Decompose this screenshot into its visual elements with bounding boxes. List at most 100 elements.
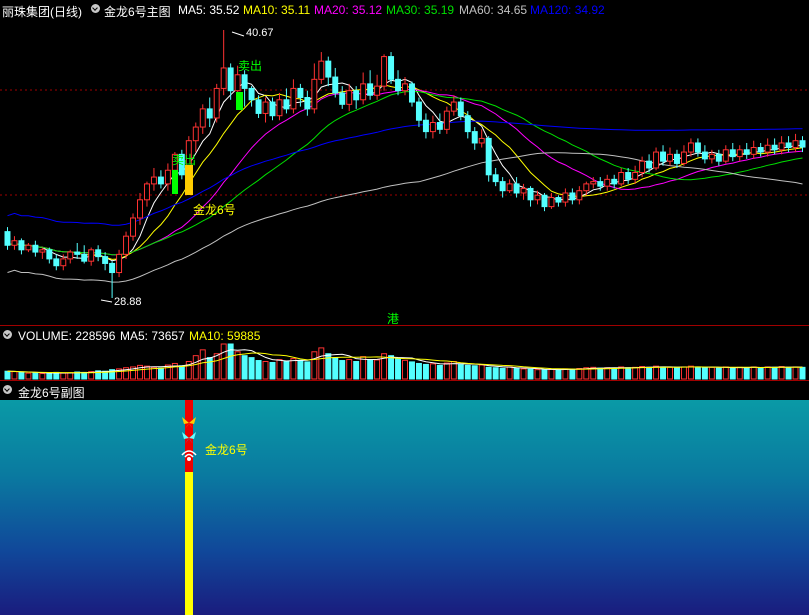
volume-bar[interactable] [332,357,339,380]
volume-bar[interactable] [520,368,527,380]
candle[interactable] [353,90,360,101]
candle[interactable] [527,187,534,201]
candle[interactable] [534,194,541,201]
candle[interactable] [192,126,199,142]
volume-bar[interactable] [625,367,632,380]
candle[interactable] [276,99,283,117]
volume-bar[interactable] [764,366,771,380]
volume-bar[interactable] [11,371,18,380]
candle[interactable] [297,87,304,99]
candle[interactable] [722,149,729,162]
candle[interactable] [381,56,388,87]
candle[interactable] [402,83,408,92]
candle[interactable] [137,199,143,219]
candle[interactable] [478,137,485,144]
candle[interactable] [736,149,743,158]
candle[interactable] [206,108,213,119]
volume-bar[interactable] [4,370,11,380]
candle[interactable] [694,142,701,153]
volume-bar[interactable] [81,371,88,380]
volume-bar[interactable] [46,372,53,380]
volume-bar[interactable] [255,360,262,380]
volume-bar[interactable] [611,367,618,380]
volume-bar[interactable] [262,361,269,380]
candle[interactable] [604,178,611,187]
volume-bar[interactable] [632,366,639,380]
volume-bar[interactable] [18,371,25,380]
candle[interactable] [318,60,325,80]
candle[interactable] [269,101,276,117]
volume-bar[interactable] [541,369,548,380]
volume-bar[interactable] [729,367,736,380]
sub-chart-area[interactable]: 金龙6号 [0,400,809,615]
volume-bar[interactable] [471,365,478,380]
candle[interactable] [792,140,799,149]
candle[interactable] [4,231,11,246]
candle[interactable] [395,78,402,92]
volume-bar[interactable] [694,366,701,380]
candle[interactable] [757,147,764,153]
volume-bar[interactable] [388,355,395,380]
candle[interactable] [464,115,471,133]
candle[interactable] [687,142,694,153]
candle[interactable] [255,99,262,114]
volume-bar[interactable] [750,366,757,380]
candle[interactable] [708,153,715,160]
volume-bar[interactable] [527,368,534,380]
candle[interactable] [388,56,395,80]
candle[interactable] [325,60,332,78]
candle[interactable] [799,140,806,148]
candle[interactable] [506,183,513,192]
candle[interactable] [457,101,464,117]
volume-bar[interactable] [415,362,422,380]
volume-bar[interactable] [60,372,67,380]
volume-bar[interactable] [311,351,318,380]
volume-bar[interactable] [367,359,374,380]
candle[interactable] [667,153,673,162]
candle[interactable] [673,153,680,164]
candle[interactable] [374,85,381,96]
volume-bar[interactable] [269,361,276,380]
candle[interactable] [701,151,708,160]
candle[interactable] [450,101,457,112]
volume-bar[interactable] [646,366,653,380]
candle[interactable] [67,251,74,260]
candle[interactable] [555,197,562,203]
volume-bar[interactable] [276,359,283,380]
candle[interactable] [408,83,415,103]
volume-bar[interactable] [562,368,569,380]
volume-bar[interactable] [548,368,555,380]
candle[interactable] [743,149,750,155]
volume-bar[interactable] [25,372,32,380]
volume-bar[interactable] [701,367,708,380]
candle[interactable] [46,249,53,260]
volume-bar[interactable] [667,366,673,380]
candle[interactable] [290,87,297,110]
candle[interactable] [199,108,206,128]
volume-bar[interactable] [206,357,213,380]
volume-bar[interactable] [680,366,687,380]
candle[interactable] [241,74,248,89]
candle[interactable] [18,240,25,251]
volume-bar[interactable] [639,366,646,380]
candle[interactable] [283,99,290,110]
volume-bar[interactable] [576,368,583,380]
volume-bar[interactable] [722,366,729,380]
candle[interactable] [646,160,653,169]
candle[interactable] [171,153,178,171]
candle[interactable] [360,83,367,101]
volume-bar[interactable] [715,367,722,380]
candle[interactable] [234,74,241,92]
candle[interactable] [660,151,667,162]
candle[interactable] [785,142,792,149]
volume-bar[interactable] [248,357,255,380]
volume-bar[interactable] [408,361,415,380]
candle[interactable] [715,153,722,162]
candle[interactable] [123,235,130,255]
candle[interactable] [729,149,736,158]
volume-bar[interactable] [457,364,464,380]
volume-bar[interactable] [757,367,764,380]
candle[interactable] [443,110,450,130]
candle[interactable] [88,249,95,262]
volume-bar[interactable] [660,366,667,380]
